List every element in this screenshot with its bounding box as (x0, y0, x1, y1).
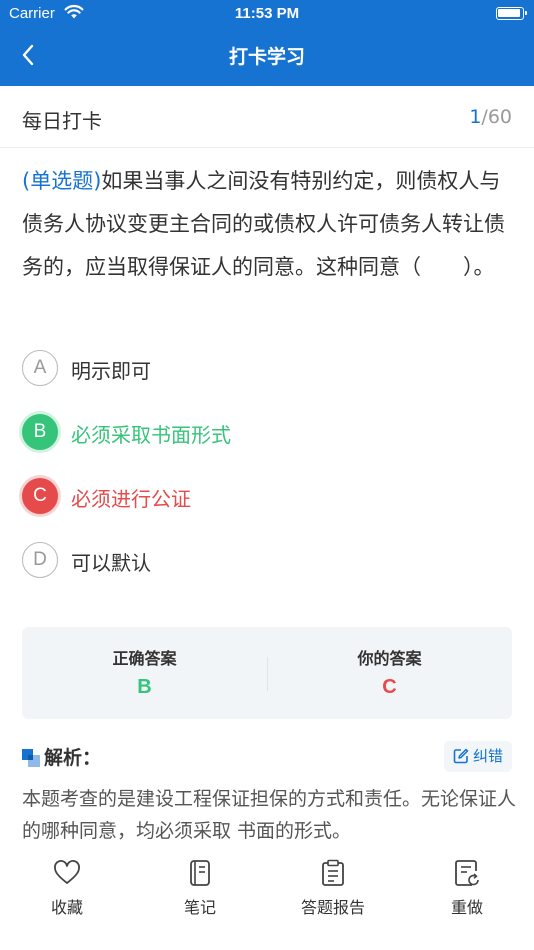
redo-label: 重做 (450, 898, 483, 917)
edit-icon (453, 748, 469, 764)
progress-current: 1 (469, 106, 482, 128)
favorite-label: 收藏 (50, 898, 83, 917)
progress-total: /60 (481, 106, 512, 128)
clipboard-icon (322, 859, 344, 886)
option-d[interactable]: D 可以默认 (22, 542, 502, 582)
top-navigation-bar: Carrier 11:53 PM 打卡学习 (0, 0, 534, 86)
clock: 11:53 PM (234, 5, 300, 22)
section-title: 每日打卡 (22, 109, 102, 133)
answer-summary: 正确答案 B 你的答案 C (22, 627, 512, 719)
option-text: 明示即可 (71, 359, 151, 383)
redo-button[interactable]: 重做 (430, 858, 504, 922)
your-answer: 你的答案 C (267, 627, 512, 719)
option-letter: C (22, 478, 58, 514)
option-b[interactable]: B 必须采取书面形式 (22, 414, 502, 454)
question-text: (单选题)如果当事人之间没有特别约定，则债权人与债务人协议变更主合同的或债权人许… (22, 160, 518, 289)
page-title: 打卡学习 (228, 46, 305, 68)
analysis-title: 解析： (44, 747, 102, 769)
bottom-toolbar: 收藏 笔记 答题报告 重做 (0, 850, 534, 950)
report-error-button[interactable]: 纠错 (444, 741, 512, 772)
notes-label: 笔记 (183, 898, 216, 917)
answer-report-button[interactable]: 答题报告 (288, 858, 378, 922)
option-text: 可以默认 (71, 551, 151, 575)
option-a[interactable]: A 明示即可 (22, 350, 502, 390)
heart-icon (54, 860, 80, 884)
battery-icon (496, 7, 527, 20)
analysis-text: 本题考查的是建设工程保证担保的方式和责任。无论保证人的哪种同意，均必须采取 书面… (22, 788, 517, 842)
correct-answer: 正确答案 B (22, 627, 267, 719)
question-type: (单选题) (22, 169, 102, 193)
redo-icon (455, 860, 479, 886)
option-letter: B (22, 414, 58, 450)
notes-button[interactable]: 笔记 (163, 858, 237, 922)
option-text: 必须进行公证 (71, 487, 191, 511)
question-progress: 1/60 (469, 106, 512, 128)
correct-answer-label: 正确答案 (112, 649, 177, 668)
analysis-icon (22, 749, 40, 767)
answer-report-label: 答题报告 (300, 898, 365, 917)
status-bar: Carrier 11:53 PM (0, 0, 534, 28)
notebook-icon (190, 860, 210, 886)
report-error-label: 纠错 (473, 747, 504, 765)
favorite-button[interactable]: 收藏 (30, 858, 104, 922)
your-answer-label: 你的答案 (357, 649, 422, 668)
analysis-header: 解析： 纠错 (22, 741, 512, 775)
option-letter: D (22, 542, 58, 578)
section-header: 每日打卡 1/60 (0, 86, 534, 148)
option-c[interactable]: C 必须进行公证 (22, 478, 502, 518)
your-answer-value: C (382, 676, 397, 698)
option-text: 必须采取书面形式 (71, 423, 231, 447)
option-letter: A (22, 350, 58, 386)
correct-answer-value: B (137, 676, 152, 698)
